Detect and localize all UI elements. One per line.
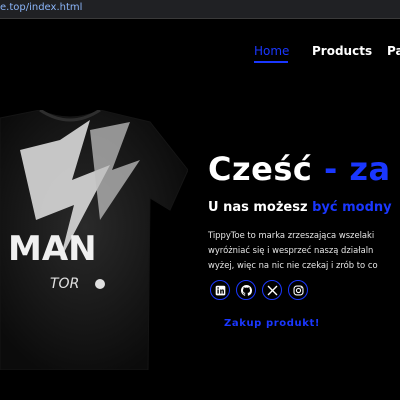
instagram-link[interactable]	[288, 280, 308, 300]
nav-item-partial[interactable]: Pa	[387, 44, 400, 58]
paragraph-line: wyżej, więc na nic nie czekaj i zrób to …	[208, 260, 378, 270]
linkedin-icon	[215, 285, 225, 295]
hero-subhead: U nas możesz być modny	[208, 200, 392, 215]
paragraph-line: TippyToe to marka zrzeszająca wszelaki	[208, 230, 375, 240]
nav-active-underline	[254, 61, 288, 63]
github-link[interactable]	[236, 280, 256, 300]
headline-accent: - za	[312, 150, 391, 188]
hero-headline: Cześć - za	[208, 150, 391, 188]
address-bar[interactable]: e.top/index.html	[0, 0, 400, 19]
subhead-main: U nas możesz	[208, 200, 313, 215]
nav-item-home[interactable]: Home	[254, 44, 289, 58]
linkedin-link[interactable]	[210, 280, 230, 300]
shirt-print-bottom: TOR	[50, 276, 79, 292]
shirt-print-top: MAN	[8, 229, 97, 269]
tshirt-image: MAN TOR	[0, 110, 188, 370]
github-icon	[240, 284, 252, 296]
instagram-icon	[292, 284, 304, 296]
url-text: e.top/index.html	[0, 2, 83, 13]
x-link[interactable]	[262, 280, 282, 300]
paragraph-line: wyróżniać się i wesprzeć naszą działaln	[208, 245, 374, 255]
buy-product-button[interactable]: Zakup produkt!	[224, 318, 320, 329]
nav-item-products[interactable]: Products	[312, 44, 372, 58]
social-links	[210, 280, 308, 300]
x-icon	[267, 285, 277, 295]
hero-paragraph: TippyToe to marka zrzeszająca wszelaki w…	[208, 228, 400, 273]
headline-main: Cześć	[208, 150, 313, 188]
subhead-accent: być modny	[312, 200, 392, 215]
